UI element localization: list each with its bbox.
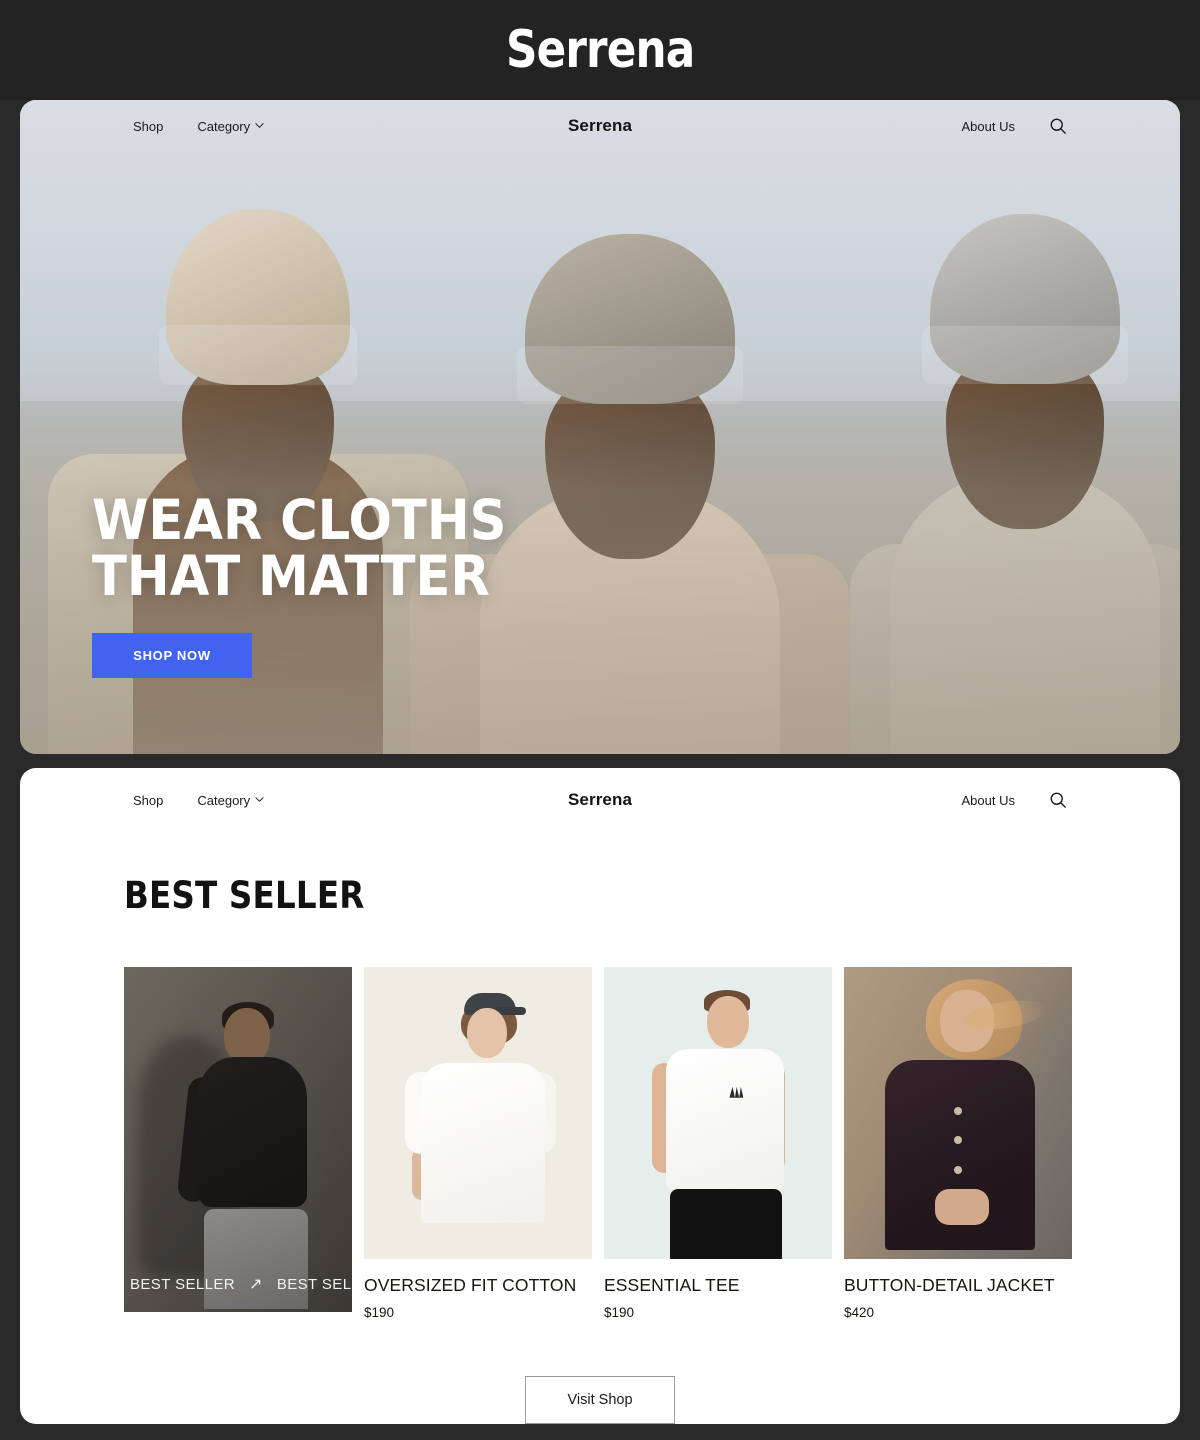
- arrow-up-right-icon: ↗: [249, 1276, 263, 1293]
- nav-item-about-us[interactable]: About Us: [962, 119, 1015, 134]
- product-photo-black-sweater: [124, 967, 352, 1312]
- model-head: [224, 1008, 271, 1065]
- model-shorts: [670, 1188, 783, 1259]
- nav-item-category[interactable]: Category: [197, 119, 264, 134]
- product-photo-oversized-tee: [364, 967, 592, 1259]
- product-image[interactable]: [844, 967, 1072, 1259]
- model-torso: [199, 1056, 308, 1207]
- content-nav-item-about-us-label: About Us: [961, 792, 1015, 808]
- nav-item-about-us-label: About Us: [961, 118, 1015, 134]
- product-card[interactable]: BUTTON-DETAIL JACKET $420: [844, 967, 1072, 1320]
- hero-nav-right: About Us: [962, 117, 1067, 135]
- brand-wordmark: Serrena: [505, 20, 695, 80]
- product-image[interactable]: [604, 967, 832, 1259]
- product-photo-essential-tee: [604, 967, 832, 1259]
- visit-shop-button[interactable]: Visit Shop: [525, 1376, 675, 1424]
- product-card-best-seller[interactable]: BEST SELLER ↗ BEST SELLER ↗: [124, 967, 352, 1320]
- tee-body: [665, 1048, 784, 1189]
- content-nav-item-shop[interactable]: Shop: [133, 793, 163, 808]
- content-nav-logo[interactable]: Serrena: [568, 790, 632, 810]
- hero-navbar: Shop Category Serrena About Us: [20, 100, 1180, 152]
- content-nav-item-category-label: Category: [197, 792, 251, 808]
- jacket-button: [954, 1136, 962, 1145]
- product-image[interactable]: [364, 967, 592, 1259]
- marquee-item-1: BEST SELLER ↗: [130, 1274, 263, 1294]
- product-grid: BEST SELLER ↗ BEST SELLER ↗: [124, 967, 1180, 1320]
- shop-now-button[interactable]: SHOP NOW: [92, 633, 252, 678]
- product-card[interactable]: ESSENTIAL TEE $190: [604, 967, 832, 1320]
- content-nav-item-category[interactable]: Category: [197, 793, 264, 808]
- content-nav-left: Shop Category: [133, 793, 264, 808]
- content-nav-right: About Us: [962, 791, 1067, 809]
- product-price: $190: [604, 1305, 635, 1320]
- search-icon[interactable]: [1049, 117, 1067, 135]
- chevron-down-icon: [255, 795, 264, 804]
- product-name: BUTTON-DETAIL JACKET: [844, 1275, 1055, 1295]
- hero-title: WEAR CLOTHS THAT MATTER: [92, 492, 506, 605]
- model-hands: [935, 1188, 990, 1225]
- nav-item-shop[interactable]: Shop: [133, 119, 163, 134]
- top-brand-bar: Serrena: [0, 0, 1200, 100]
- product-price: $420: [844, 1305, 875, 1320]
- hero-nav-left: Shop Category: [133, 119, 264, 134]
- hero-panel: Shop Category Serrena About Us WEAR CLOT…: [20, 100, 1180, 754]
- marquee-item-2: BEST SELLER ↗: [277, 1274, 352, 1294]
- content-panel: Shop Category Serrena About Us BEST SELL…: [20, 768, 1180, 1424]
- hero-title-line-1: WEAR CLOTHS: [92, 487, 507, 552]
- jacket-button: [954, 1107, 962, 1116]
- model-head: [466, 1007, 507, 1058]
- marquee-label-1: BEST SELLER: [130, 1275, 236, 1293]
- content-navbar: Shop Category Serrena About Us: [20, 768, 1180, 832]
- hero-title-line-2: THAT MATTER: [92, 544, 490, 609]
- tee-body: [421, 1063, 545, 1224]
- product-photo-button-jacket: [844, 967, 1072, 1259]
- hero-nav-logo[interactable]: Serrena: [568, 116, 632, 136]
- search-icon[interactable]: [1049, 791, 1067, 809]
- nav-item-category-label: Category: [197, 118, 251, 134]
- nav-item-shop-label: Shop: [133, 118, 164, 134]
- product-card[interactable]: OVERSIZED FIT COTTON $190: [364, 967, 592, 1320]
- page-title: BEST SELLER: [124, 874, 365, 917]
- product-name: ESSENTIAL TEE: [604, 1275, 740, 1295]
- visit-shop-container: Visit Shop: [20, 1376, 1180, 1424]
- hero-copy: WEAR CLOTHS THAT MATTER SHOP NOW: [92, 492, 538, 678]
- chevron-down-icon: [255, 121, 264, 130]
- product-name: OVERSIZED FIT COTTON: [364, 1275, 577, 1295]
- jacket-button: [954, 1165, 962, 1174]
- product-price: $190: [364, 1305, 395, 1320]
- marquee-label-2: BEST SELLER: [276, 1275, 352, 1293]
- content-nav-item-shop-label: Shop: [133, 792, 164, 808]
- product-image[interactable]: BEST SELLER ↗ BEST SELLER ↗: [124, 967, 352, 1312]
- best-seller-marquee: BEST SELLER ↗ BEST SELLER ↗: [124, 1274, 352, 1294]
- model-head: [706, 996, 749, 1049]
- content-nav-item-about-us[interactable]: About Us: [962, 793, 1015, 808]
